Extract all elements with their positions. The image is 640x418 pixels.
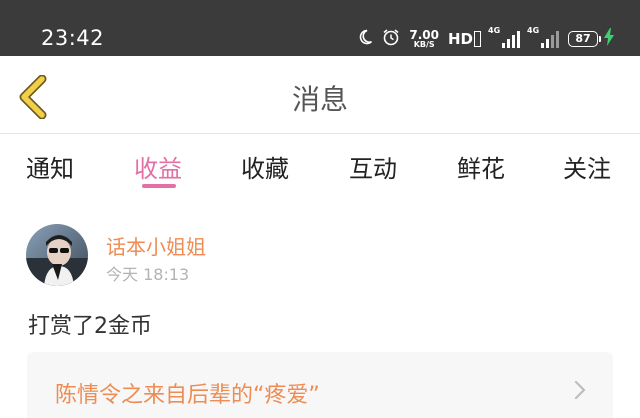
message-time: 今天 18:13: [106, 265, 190, 284]
alarm-icon: [382, 28, 400, 50]
hd-indicator: HD: [448, 30, 481, 48]
charging-bolt-icon: [604, 28, 614, 50]
tab-bar: 通知 收益 收藏 互动 鲜花 关注: [0, 135, 640, 195]
tab-following[interactable]: 关注: [563, 149, 611, 184]
tab-earnings[interactable]: 收益: [134, 149, 182, 184]
linked-content-title: 陈情令之来自后辈的“疼爱”: [55, 383, 320, 408]
tab-notifications[interactable]: 通知: [26, 149, 74, 184]
chevron-right-icon: [574, 380, 586, 400]
linked-content-card[interactable]: 陈情令之来自后辈的“疼爱”: [27, 352, 613, 418]
battery-icon: 87: [568, 28, 614, 50]
sender-name[interactable]: 话本小姐姐: [106, 231, 206, 260]
tab-interactions[interactable]: 互动: [349, 149, 397, 184]
moon-icon: [357, 29, 373, 49]
message-text: 打赏了2金币: [28, 314, 152, 339]
page-header: 消息: [0, 56, 640, 134]
status-time: 23:42: [41, 26, 105, 50]
tab-flowers[interactable]: 鲜花: [457, 149, 505, 184]
signal-icon-secondary: 4G: [527, 26, 559, 48]
active-tab-indicator: [142, 184, 176, 188]
status-bar: 23:42 7.00 KB/S HD 4G 4G 87: [0, 0, 640, 56]
status-icons: 7.00 KB/S HD 4G 4G 87: [357, 26, 614, 52]
avatar[interactable]: [26, 224, 88, 286]
tab-favorites[interactable]: 收藏: [241, 149, 289, 184]
signal-icon: 4G: [488, 26, 520, 48]
page-title: 消息: [291, 83, 348, 116]
network-speed: 7.00 KB/S: [409, 28, 439, 49]
